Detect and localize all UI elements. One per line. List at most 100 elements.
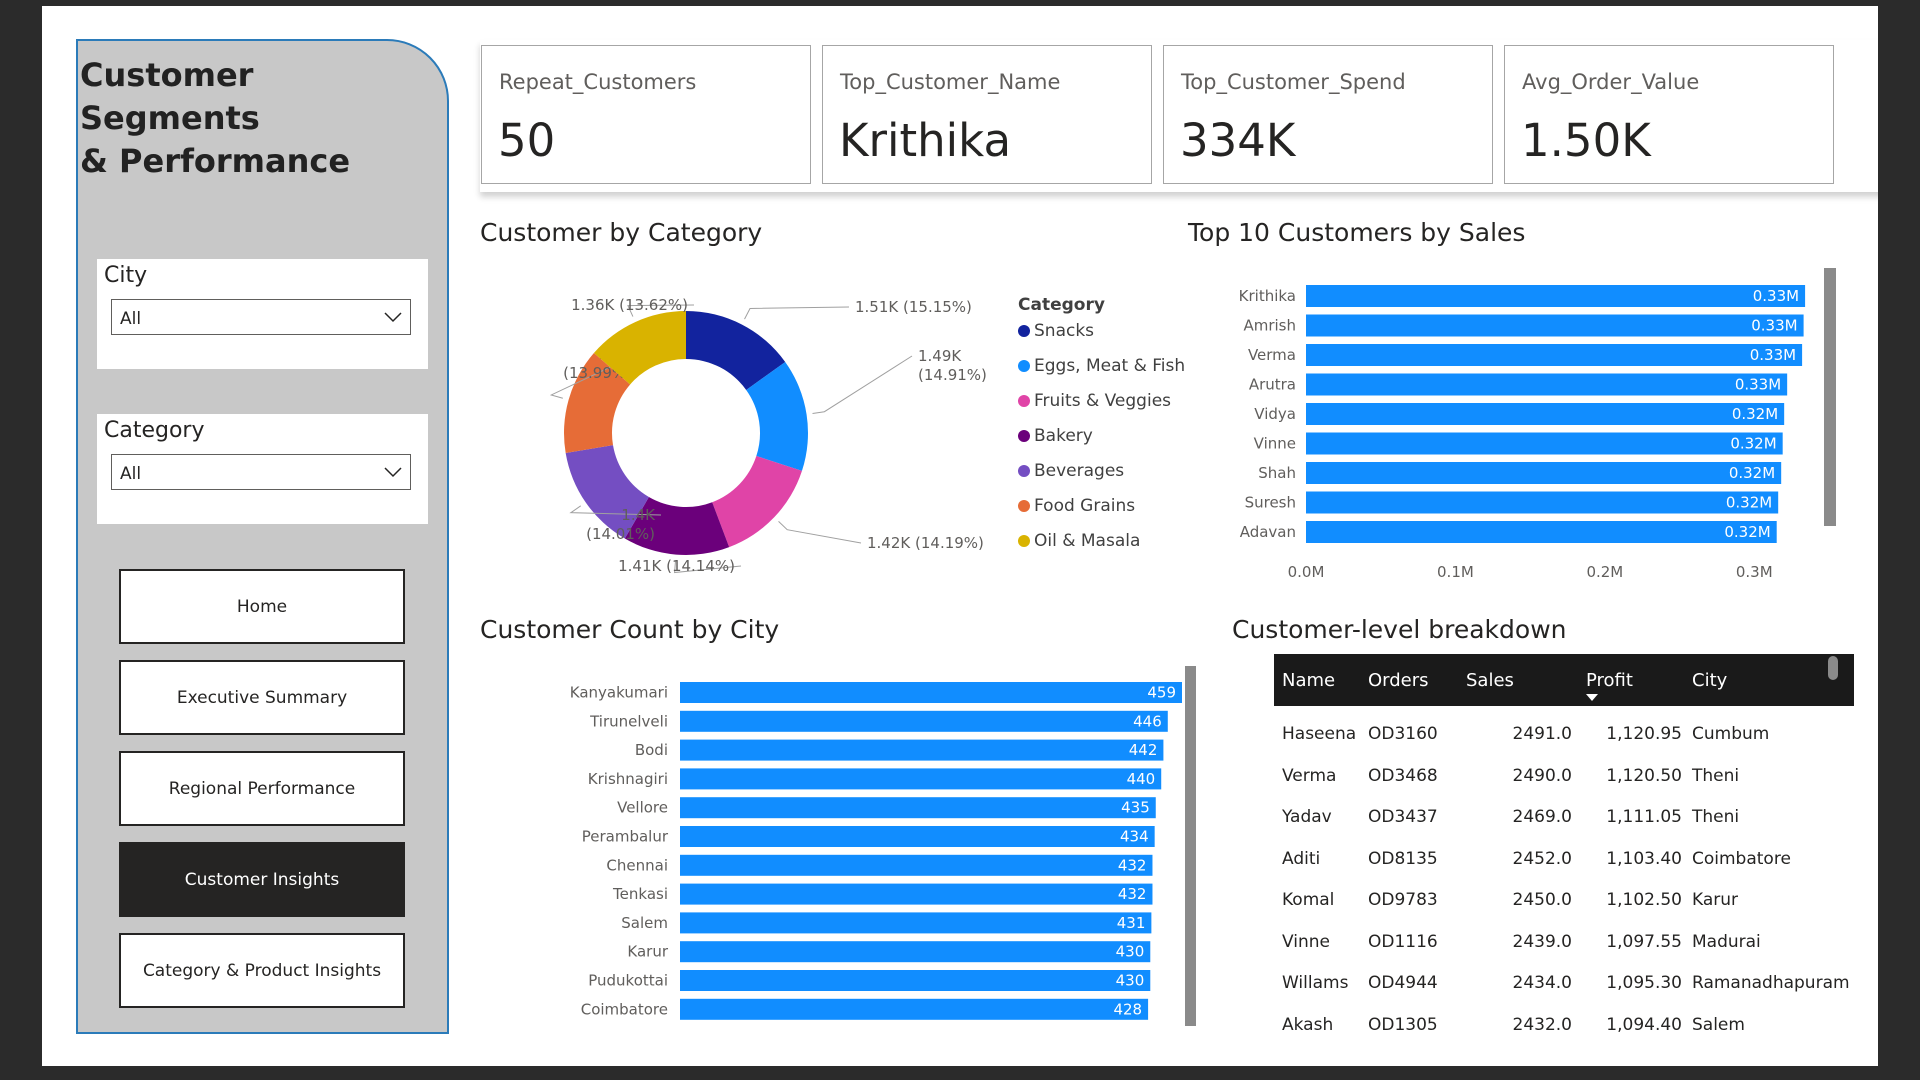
- bar[interactable]: [1306, 462, 1782, 484]
- category-tick-label: Chennai: [606, 856, 668, 874]
- column-header-city[interactable]: City: [1692, 670, 1727, 691]
- legend-item[interactable]: Snacks: [1034, 321, 1094, 341]
- bar[interactable]: [1306, 285, 1806, 307]
- cell-name: Haseena: [1282, 724, 1357, 744]
- table-row[interactable]: Haseena OD3160 2491.0 1,120.95 Cumbum: [1274, 724, 1854, 752]
- cell-city: Ramanadhapuram: [1692, 973, 1850, 993]
- cell-orders: OD1116: [1368, 931, 1438, 952]
- donut-leader-line: [778, 521, 862, 544]
- top-customers-scrollbar[interactable]: [1824, 268, 1836, 526]
- bar[interactable]: [680, 883, 1153, 905]
- cell-city: Coimbatore: [1692, 848, 1791, 869]
- category-tick-label: Tenkasi: [612, 885, 668, 903]
- cell-name: Verma: [1282, 765, 1337, 786]
- kpi-label: Top_Customer_Name: [840, 70, 1061, 94]
- legend-item[interactable]: Eggs, Meat & Fish: [1034, 356, 1185, 376]
- category-tick-label: Vinne: [1254, 435, 1296, 453]
- table-row[interactable]: Komal OD9783 2450.0 1,102.50 Karur: [1274, 890, 1854, 918]
- table-row[interactable]: Aditi OD8135 2452.0 1,103.40 Coimbatore: [1274, 849, 1854, 877]
- cell-name: Vinne: [1282, 931, 1330, 952]
- cell-profit: 1,120.50: [1606, 765, 1682, 786]
- bar[interactable]: [680, 797, 1156, 819]
- bar-data-label: 430: [1116, 943, 1145, 961]
- table-row[interactable]: Willams OD4944 2434.0 1,095.30 Ramanadhapura…: [1274, 973, 1854, 1001]
- city-dropdown-value: All: [120, 309, 142, 329]
- bar[interactable]: [680, 970, 1151, 991]
- category-tick-label: Adavan: [1240, 523, 1296, 541]
- bar[interactable]: [1306, 521, 1777, 543]
- cell-name: Yadav: [1282, 807, 1332, 827]
- legend-marker: [1018, 395, 1030, 407]
- cell-sales: 2439.0: [1512, 931, 1572, 952]
- bar[interactable]: [680, 826, 1155, 847]
- bar[interactable]: [680, 854, 1153, 876]
- nav-home-button[interactable]: Home: [119, 569, 405, 644]
- legend-item[interactable]: Oil & Masala: [1034, 531, 1140, 551]
- page-title: Customer Segments & Performance: [80, 54, 420, 183]
- category-slicer: Category All: [97, 414, 428, 524]
- table-row[interactable]: Yadav OD3437 2469.0 1,111.05 Theni: [1274, 807, 1854, 835]
- bar[interactable]: [680, 710, 1168, 732]
- category-tick-label: Coimbatore: [581, 1000, 668, 1018]
- column-header-name[interactable]: Name: [1282, 670, 1335, 691]
- cell-orders: OD4944: [1368, 973, 1438, 993]
- column-header-orders[interactable]: Orders: [1368, 670, 1429, 691]
- legend-marker: [1018, 360, 1030, 372]
- cell-profit: 1,120.95: [1606, 724, 1682, 744]
- cell-orders: OD3437: [1368, 807, 1438, 827]
- bar[interactable]: [680, 941, 1151, 963]
- category-tick-label: Arutra: [1249, 376, 1296, 394]
- column-header-profit[interactable]: Profit: [1586, 670, 1633, 691]
- bar[interactable]: [1306, 432, 1783, 455]
- bar[interactable]: [680, 768, 1162, 790]
- legend-marker: [1018, 535, 1030, 547]
- bar[interactable]: [680, 912, 1152, 934]
- donut-slice-2[interactable]: [712, 456, 802, 548]
- cell-city: Madurai: [1692, 931, 1761, 952]
- category-tick-label: Krithika: [1239, 287, 1296, 305]
- bar[interactable]: [1306, 314, 1804, 337]
- nav-category-product-insights-button[interactable]: Category & Product Insights: [119, 933, 405, 1008]
- cell-sales: 2452.0: [1512, 848, 1572, 869]
- bar[interactable]: [1306, 403, 1785, 425]
- legend-item[interactable]: Bakery: [1034, 426, 1093, 446]
- category-tick-label: Verma: [1248, 346, 1296, 364]
- table-row[interactable]: Vinne OD1116 2439.0 1,097.55 Madurai: [1274, 932, 1854, 960]
- bar[interactable]: [680, 739, 1164, 761]
- bar[interactable]: [1306, 373, 1788, 396]
- category-tick-label: Suresh: [1245, 494, 1296, 512]
- bar[interactable]: [680, 682, 1182, 703]
- kpi-label: Repeat_Customers: [499, 70, 697, 94]
- bar-data-label: 432: [1118, 885, 1147, 903]
- category-tick-label: Pudukottai: [588, 972, 668, 990]
- table-scrollbar[interactable]: [1828, 656, 1838, 680]
- table-row[interactable]: Akash OD1305 2432.0 1,094.40 Salem: [1274, 1015, 1854, 1043]
- city-chart-title: Customer Count by City: [480, 615, 780, 644]
- legend-item[interactable]: Fruits & Veggies: [1034, 391, 1171, 411]
- nav-executive-summary-button[interactable]: Executive Summary: [119, 660, 405, 735]
- bar[interactable]: [1306, 344, 1803, 366]
- donut-data-label: 1.42K (14.19%): [867, 534, 984, 552]
- legend-item[interactable]: Food Grains: [1034, 496, 1135, 516]
- bar-data-label: 0.32M: [1724, 523, 1770, 541]
- category-tick-label: Bodi: [635, 741, 668, 759]
- city-chart-scrollbar[interactable]: [1185, 666, 1196, 1026]
- category-dropdown[interactable]: All: [111, 454, 411, 490]
- cell-profit: 1,111.05: [1606, 807, 1682, 827]
- nav-regional-performance-button[interactable]: Regional Performance: [119, 751, 405, 826]
- legend-marker: [1018, 430, 1030, 442]
- top-customers-chart-title: Top 10 Customers by Sales: [1188, 218, 1526, 247]
- bar[interactable]: [680, 998, 1149, 1020]
- cell-sales: 2491.0: [1512, 724, 1572, 744]
- column-header-sales[interactable]: Sales: [1466, 670, 1514, 691]
- category-tick-label: Vidya: [1254, 405, 1296, 423]
- table-row[interactable]: Verma OD3468 2490.0 1,120.50 Theni: [1274, 766, 1854, 794]
- nav-customer-insights-button[interactable]: Customer Insights: [119, 842, 405, 917]
- legend-item[interactable]: Beverages: [1034, 461, 1124, 481]
- bar-data-label: 431: [1117, 914, 1146, 932]
- bar[interactable]: [1306, 491, 1779, 514]
- city-bar-chart: Kanyakumari 459 Tirunelveli 446 Bodi 442 Krish…: [570, 682, 1182, 1020]
- city-dropdown[interactable]: All: [111, 299, 411, 335]
- donut-data-label: 1.49K (14.91%): [918, 347, 987, 384]
- kpi-value: 1.50K: [1521, 114, 1651, 167]
